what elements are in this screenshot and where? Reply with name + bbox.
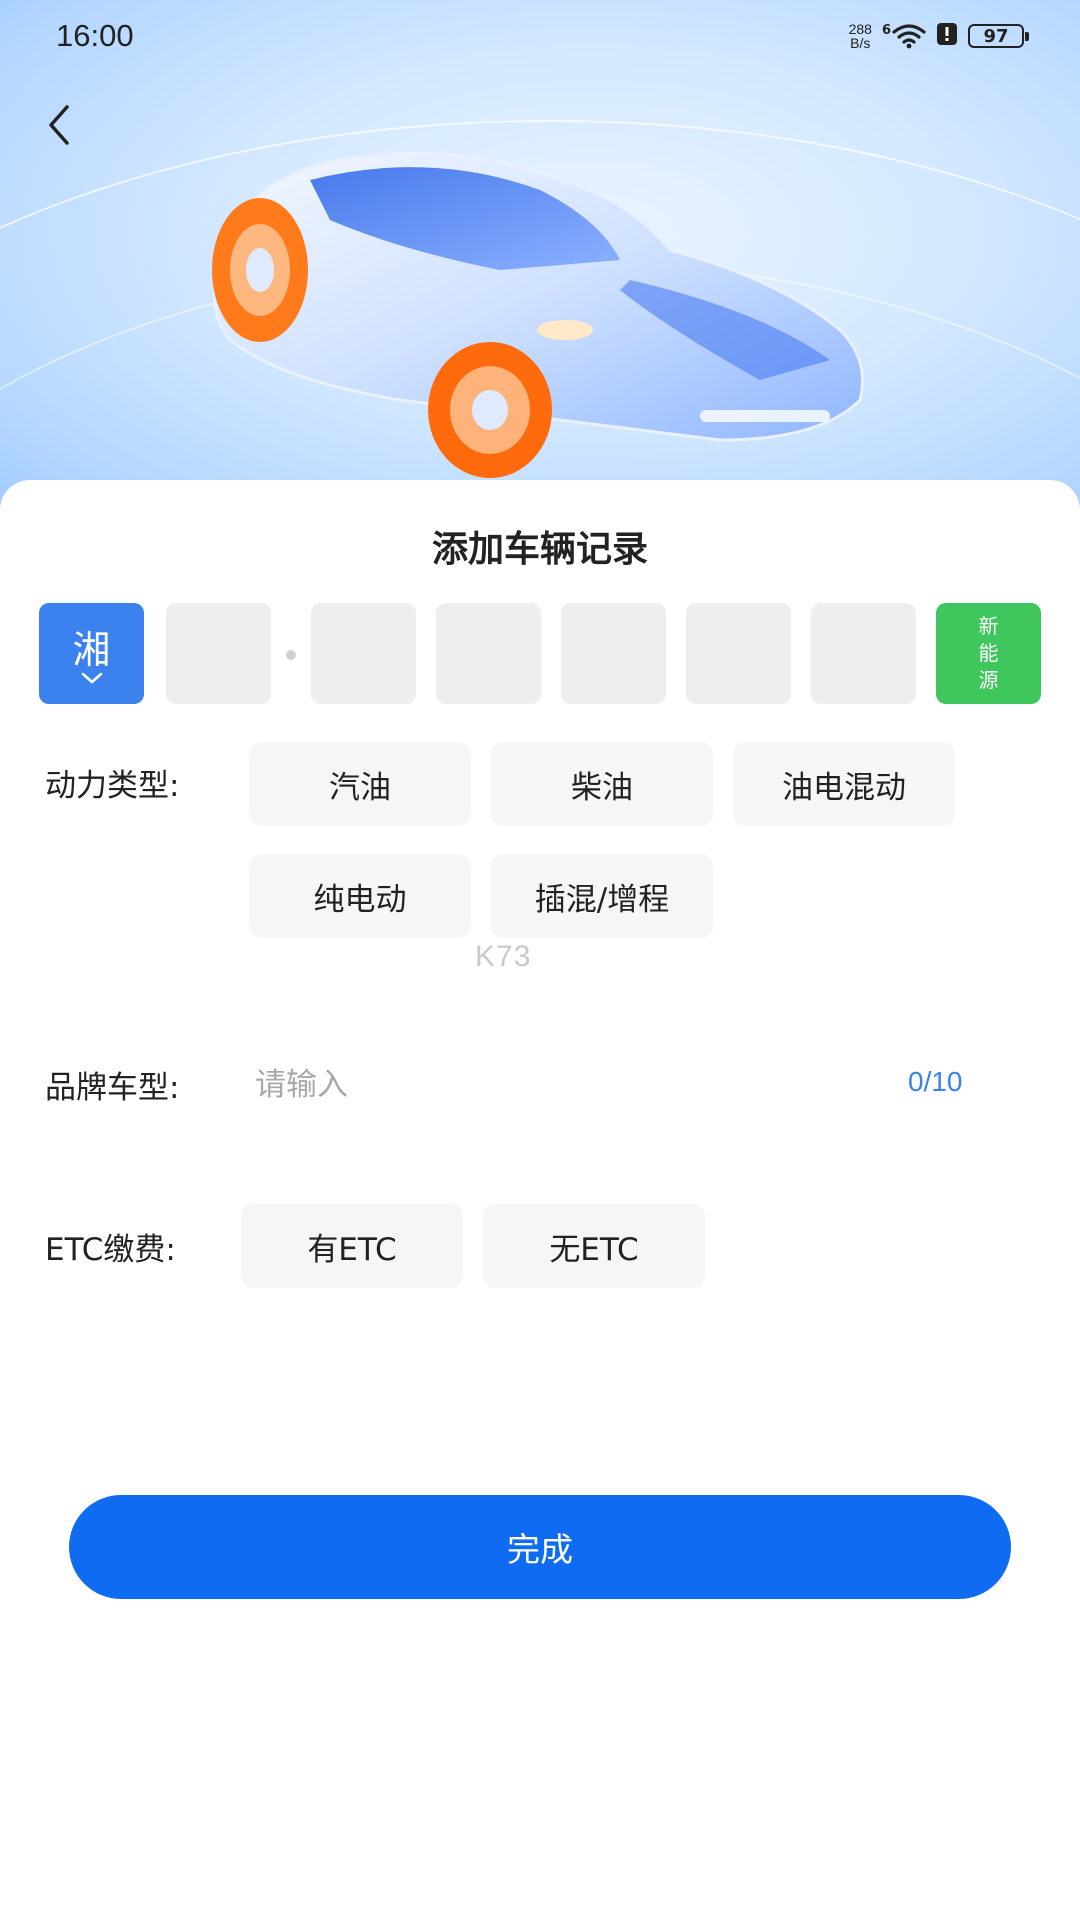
char-counter: 0/10 [908,1066,963,1097]
signal-label: 6 [881,23,891,38]
new-energy-label: 新能源 [978,614,999,692]
plate-char-box[interactable] [311,603,416,704]
power-type-label: 动力类型: [45,768,180,804]
plate-separator-dot [286,650,296,660]
plate-char-box[interactable] [436,603,541,704]
license-plate-input: 湘 新能源 [0,603,1080,704]
status-bar: 16:00 288 B/s 6 97 [0,0,1080,72]
alert-icon [936,22,958,50]
plate-char-box[interactable] [686,603,791,704]
brand-model-input[interactable] [255,1060,875,1110]
network-speed-unit: B/s [850,35,871,51]
network-speed-value: 288 [848,21,872,37]
back-button[interactable] [30,95,90,155]
battery-level: 97 [983,25,1009,47]
plate-char-box[interactable] [811,603,916,704]
front-wheel [428,342,552,478]
network-speed: 288 B/s [849,22,872,50]
plate-char-box[interactable] [561,603,666,704]
etc-option-yes[interactable]: 有ETC [241,1204,463,1288]
new-energy-plate-box[interactable]: 新能源 [936,603,1041,704]
power-option-diesel[interactable]: 柴油 [491,742,713,826]
chevron-down-icon [81,672,102,683]
province-selector[interactable]: 湘 [39,603,144,704]
page-title: 添加车辆记录 [431,529,648,570]
etc-option-no[interactable]: 无ETC [483,1204,705,1288]
power-option-phev[interactable]: 插混/增程 [491,854,713,938]
status-time: 16:00 [56,18,134,53]
power-option-gasoline[interactable]: 汽油 [249,742,471,826]
status-icons: 288 B/s 6 97 [849,22,1029,50]
etc-label: ETC缴费: [45,1232,176,1268]
brand-model-label: 品牌车型: [45,1070,180,1106]
battery-icon: 97 [968,24,1029,48]
done-button[interactable]: 完成 [69,1495,1011,1599]
wifi-icon: 6 [882,23,926,49]
chevron-left-icon [49,105,69,145]
power-option-hybrid[interactable]: 油电混动 [733,742,955,826]
car-illustration [200,140,880,480]
watermark-logo: K73 [475,940,532,973]
plate-char-box[interactable] [166,603,271,704]
rear-wheel [212,198,308,342]
power-option-electric[interactable]: 纯电动 [249,854,471,938]
province-value: 湘 [72,627,111,672]
